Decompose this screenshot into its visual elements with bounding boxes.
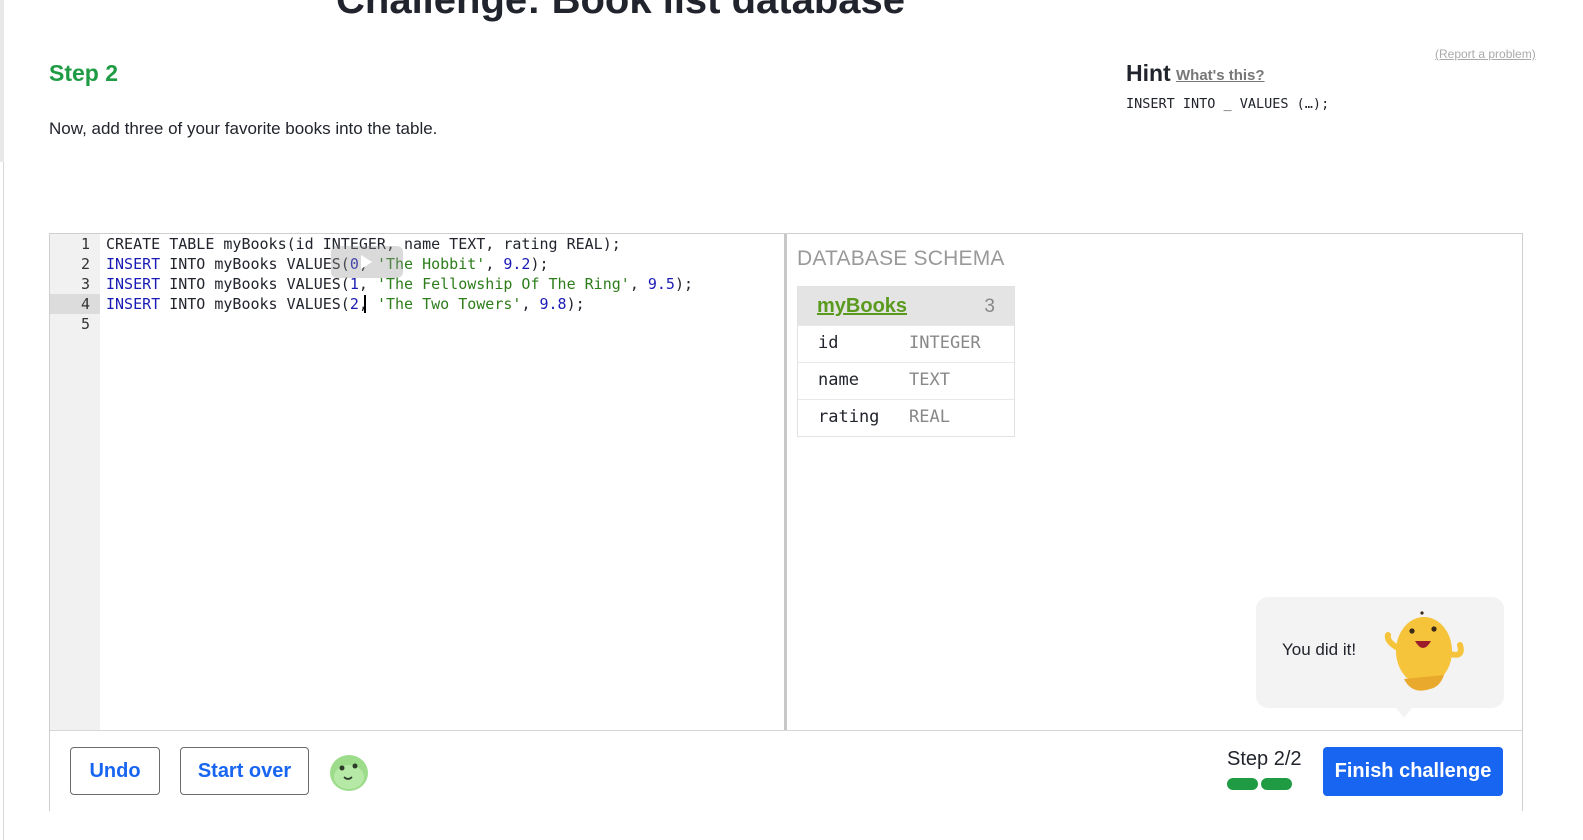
mini-mascot-icon: [330, 755, 368, 791]
code-keyword: INSERT: [106, 255, 161, 273]
line-number: 2: [80, 255, 90, 273]
line-number: 1: [80, 235, 90, 253]
schema-column-row: rating REAL: [798, 399, 1014, 436]
code-number: 9.2: [503, 255, 531, 273]
schema-column-row: id INTEGER: [798, 325, 1014, 362]
line-number: 3: [80, 275, 90, 293]
code-number: 2: [349, 295, 359, 313]
hint-whats-this-link[interactable]: What's this?: [1176, 67, 1265, 84]
code-string: 'The Two Towers': [376, 295, 522, 313]
success-message: You did it!: [1282, 640, 1357, 659]
code-token: );: [530, 255, 549, 273]
progress-segment: [1227, 778, 1258, 790]
code-string: 'The Fellowship Of The Ring': [376, 275, 630, 293]
start-over-button[interactable]: Start over: [180, 747, 309, 795]
mascot-celebrating-icon: [1384, 611, 1464, 691]
column-name: id: [818, 333, 839, 353]
schema-table-name-link[interactable]: myBooks: [817, 295, 907, 318]
code-keyword: INSERT: [106, 295, 161, 313]
line-number-active: 4: [50, 294, 100, 314]
code-line[interactable]: INSERT INTO myBooks VALUES(2, 'The Two T…: [106, 294, 585, 314]
column-type: TEXT: [909, 370, 950, 390]
column-name: rating: [818, 407, 880, 427]
page-title: Challenge: Book list database: [336, 0, 906, 22]
schema-table-header: myBooks 3: [798, 287, 1014, 325]
code-token: ,: [358, 295, 377, 313]
challenge-frame: 1 2 3 4 5 CREATE TABLE myBooks(id INTEGE…: [49, 233, 1523, 811]
code-number: 9.5: [647, 275, 675, 293]
undo-button[interactable]: Undo: [70, 747, 160, 795]
line-number-gutter: 1 2 3 4 5: [50, 234, 100, 730]
code-token: INTO myBooks VALUES(: [160, 295, 350, 313]
left-edge-rule-lower: [3, 162, 4, 840]
success-speech-bubble: You did it!: [1256, 597, 1504, 718]
code-token: );: [674, 275, 694, 293]
code-keyword: INSERT: [106, 275, 161, 293]
report-problem-link[interactable]: (Report a problem): [1435, 47, 1536, 61]
column-name: name: [818, 370, 859, 390]
code-line[interactable]: INSERT INTO myBooks VALUES(0, 'The Hobbi…: [106, 254, 549, 274]
code-editor[interactable]: 1 2 3 4 5 CREATE TABLE myBooks(id INTEGE…: [50, 234, 787, 730]
column-type: REAL: [909, 407, 950, 427]
step-counter: Step 2/2: [1227, 748, 1302, 770]
code-token: );: [566, 295, 585, 313]
schema-title: DATABASE SCHEMA: [797, 247, 1005, 270]
schema-column-row: name TEXT: [798, 362, 1014, 399]
database-schema-panel: DATABASE SCHEMA myBooks 3 id INTEGER nam…: [787, 234, 1522, 730]
column-type: INTEGER: [909, 333, 981, 353]
line-number: 5: [80, 315, 90, 333]
progress-segment: [1261, 778, 1292, 790]
finish-challenge-button[interactable]: Finish challenge: [1323, 747, 1503, 796]
code-token: INTO myBooks VALUES(: [160, 275, 350, 293]
step-heading: Step 2: [49, 60, 119, 86]
code-token: ,: [629, 275, 648, 293]
schema-row-count: 3: [984, 296, 995, 317]
hint-code: INSERT INTO _ VALUES (…);: [1126, 96, 1330, 112]
play-icon[interactable]: [331, 246, 403, 278]
hint-title: Hint: [1126, 60, 1171, 86]
text-cursor: [364, 295, 366, 313]
code-token: ,: [521, 295, 540, 313]
code-number: 9.8: [539, 295, 567, 313]
step-description: Now, add three of your favorite books in…: [49, 119, 438, 138]
code-token: INTO myBooks VALUES(: [160, 255, 350, 273]
left-edge-rule: [0, 0, 4, 162]
code-token: ,: [485, 255, 504, 273]
schema-table-card: myBooks 3 id INTEGER name TEXT rating RE…: [797, 286, 1015, 437]
bottom-toolbar: Undo Start over Step 2/2 Finish challeng…: [50, 730, 1522, 811]
